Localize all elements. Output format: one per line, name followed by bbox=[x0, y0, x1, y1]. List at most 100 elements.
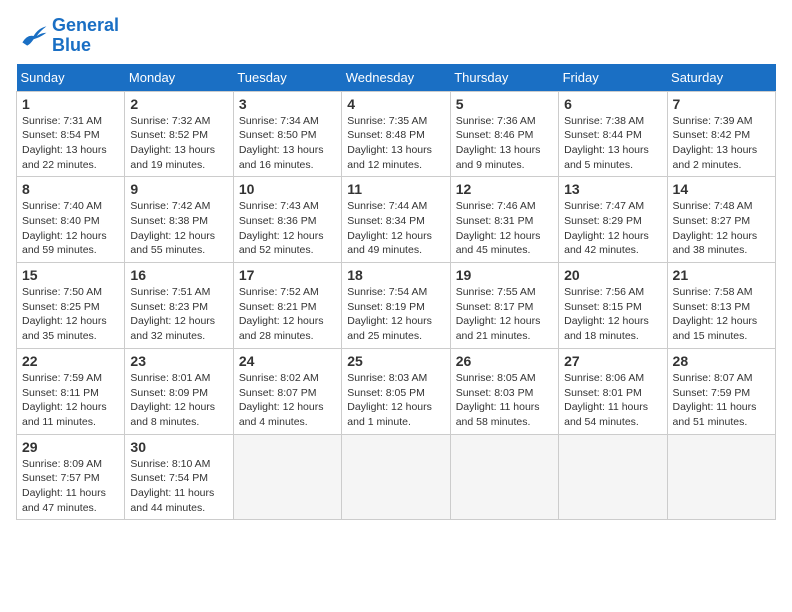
cell-content: Sunrise: 8:03 AMSunset: 8:05 PMDaylight:… bbox=[347, 372, 432, 428]
cell-content: Sunrise: 7:46 AMSunset: 8:31 PMDaylight:… bbox=[456, 200, 541, 256]
calendar-week-row: 29 Sunrise: 8:09 AMSunset: 7:57 PMDayligh… bbox=[17, 434, 776, 520]
cell-content: Sunrise: 7:40 AMSunset: 8:40 PMDaylight:… bbox=[22, 200, 107, 256]
cell-content: Sunrise: 7:48 AMSunset: 8:27 PMDaylight:… bbox=[673, 200, 758, 256]
day-number: 10 bbox=[239, 181, 336, 197]
cell-content: Sunrise: 7:51 AMSunset: 8:23 PMDaylight:… bbox=[130, 286, 215, 342]
day-number: 27 bbox=[564, 353, 661, 369]
cell-content: Sunrise: 8:01 AMSunset: 8:09 PMDaylight:… bbox=[130, 372, 215, 428]
col-header-wednesday: Wednesday bbox=[342, 64, 450, 92]
cell-content: Sunrise: 8:06 AMSunset: 8:01 PMDaylight:… bbox=[564, 372, 648, 428]
day-number: 22 bbox=[22, 353, 119, 369]
day-number: 2 bbox=[130, 96, 227, 112]
calendar-cell: 25 Sunrise: 8:03 AMSunset: 8:05 PMDayligh… bbox=[342, 348, 450, 434]
cell-content: Sunrise: 8:09 AMSunset: 7:57 PMDaylight:… bbox=[22, 458, 106, 514]
calendar-cell: 23 Sunrise: 8:01 AMSunset: 8:09 PMDayligh… bbox=[125, 348, 233, 434]
cell-content: Sunrise: 7:39 AMSunset: 8:42 PMDaylight:… bbox=[673, 115, 758, 171]
day-number: 11 bbox=[347, 181, 444, 197]
calendar-cell: 2 Sunrise: 7:32 AMSunset: 8:52 PMDaylight… bbox=[125, 91, 233, 177]
calendar-week-row: 1 Sunrise: 7:31 AMSunset: 8:54 PMDaylight… bbox=[17, 91, 776, 177]
col-header-saturday: Saturday bbox=[667, 64, 775, 92]
cell-content: Sunrise: 7:38 AMSunset: 8:44 PMDaylight:… bbox=[564, 115, 649, 171]
calendar-cell: 17Sunrise: 7:52 AMSunset: 8:21 PMDayligh… bbox=[233, 263, 341, 349]
day-number: 5 bbox=[456, 96, 553, 112]
calendar-cell bbox=[233, 434, 341, 520]
cell-content: Sunrise: 7:43 AMSunset: 8:36 PMDaylight:… bbox=[239, 200, 324, 256]
cell-content: Sunrise: 8:07 AMSunset: 7:59 PMDaylight:… bbox=[673, 372, 757, 428]
page-header: GeneralBlue bbox=[16, 16, 776, 56]
day-number: 13 bbox=[564, 181, 661, 197]
day-number: 6 bbox=[564, 96, 661, 112]
day-number: 1 bbox=[22, 96, 119, 112]
cell-content: Sunrise: 7:50 AMSunset: 8:25 PMDaylight:… bbox=[22, 286, 107, 342]
calendar-cell: 27 Sunrise: 8:06 AMSunset: 8:01 PMDayligh… bbox=[559, 348, 667, 434]
day-number: 14 bbox=[673, 181, 770, 197]
cell-content: Sunrise: 8:02 AMSunset: 8:07 PMDaylight:… bbox=[239, 372, 324, 428]
day-number: 26 bbox=[456, 353, 553, 369]
day-number: 7 bbox=[673, 96, 770, 112]
day-number: 24 bbox=[239, 353, 336, 369]
calendar-week-row: 15 Sunrise: 7:50 AMSunset: 8:25 PMDayligh… bbox=[17, 263, 776, 349]
cell-content: Sunrise: 8:10 AMSunset: 7:54 PMDaylight:… bbox=[130, 458, 214, 514]
cell-content: Sunrise: 7:31 AMSunset: 8:54 PMDaylight:… bbox=[22, 115, 107, 171]
cell-content: Sunrise: 7:58 AMSunset: 8:13 PMDaylight:… bbox=[673, 286, 758, 342]
cell-content: Sunrise: 8:05 AMSunset: 8:03 PMDaylight:… bbox=[456, 372, 540, 428]
day-number: 9 bbox=[130, 181, 227, 197]
calendar-cell: 30 Sunrise: 8:10 AMSunset: 7:54 PMDayligh… bbox=[125, 434, 233, 520]
day-number: 18 bbox=[347, 267, 444, 283]
col-header-monday: Monday bbox=[125, 64, 233, 92]
day-number: 8 bbox=[22, 181, 119, 197]
day-number: 25 bbox=[347, 353, 444, 369]
calendar-cell: 19 Sunrise: 7:55 AMSunset: 8:17 PMDayligh… bbox=[450, 263, 558, 349]
calendar-cell: 12 Sunrise: 7:46 AMSunset: 8:31 PMDayligh… bbox=[450, 177, 558, 263]
calendar-cell: 13Sunrise: 7:47 AMSunset: 8:29 PMDayligh… bbox=[559, 177, 667, 263]
calendar-cell: 7 Sunrise: 7:39 AMSunset: 8:42 PMDaylight… bbox=[667, 91, 775, 177]
day-number: 29 bbox=[22, 439, 119, 455]
cell-content: Sunrise: 7:52 AMSunset: 8:21 PMDaylight:… bbox=[239, 286, 324, 342]
calendar-table: SundayMondayTuesdayWednesdayThursdayFrid… bbox=[16, 64, 776, 521]
day-number: 4 bbox=[347, 96, 444, 112]
col-header-tuesday: Tuesday bbox=[233, 64, 341, 92]
calendar-cell: 24 Sunrise: 8:02 AMSunset: 8:07 PMDayligh… bbox=[233, 348, 341, 434]
calendar-cell: 11Sunrise: 7:44 AMSunset: 8:34 PMDayligh… bbox=[342, 177, 450, 263]
logo-text: GeneralBlue bbox=[52, 16, 119, 56]
day-number: 19 bbox=[456, 267, 553, 283]
day-number: 12 bbox=[456, 181, 553, 197]
calendar-cell: 29 Sunrise: 8:09 AMSunset: 7:57 PMDayligh… bbox=[17, 434, 125, 520]
day-number: 23 bbox=[130, 353, 227, 369]
day-number: 21 bbox=[673, 267, 770, 283]
calendar-cell: 22 Sunrise: 7:59 AMSunset: 8:11 PMDayligh… bbox=[17, 348, 125, 434]
calendar-cell: 15 Sunrise: 7:50 AMSunset: 8:25 PMDayligh… bbox=[17, 263, 125, 349]
logo: GeneralBlue bbox=[16, 16, 119, 56]
day-number: 16 bbox=[130, 267, 227, 283]
col-header-sunday: Sunday bbox=[17, 64, 125, 92]
cell-content: Sunrise: 7:54 AMSunset: 8:19 PMDaylight:… bbox=[347, 286, 432, 342]
cell-content: Sunrise: 7:55 AMSunset: 8:17 PMDaylight:… bbox=[456, 286, 541, 342]
calendar-cell: 14 Sunrise: 7:48 AMSunset: 8:27 PMDayligh… bbox=[667, 177, 775, 263]
calendar-week-row: 22 Sunrise: 7:59 AMSunset: 8:11 PMDayligh… bbox=[17, 348, 776, 434]
calendar-cell: 1 Sunrise: 7:31 AMSunset: 8:54 PMDaylight… bbox=[17, 91, 125, 177]
calendar-cell: 10 Sunrise: 7:43 AMSunset: 8:36 PMDayligh… bbox=[233, 177, 341, 263]
calendar-cell: 20Sunrise: 7:56 AMSunset: 8:15 PMDayligh… bbox=[559, 263, 667, 349]
calendar-cell: 8 Sunrise: 7:40 AMSunset: 8:40 PMDaylight… bbox=[17, 177, 125, 263]
calendar-cell: 26 Sunrise: 8:05 AMSunset: 8:03 PMDayligh… bbox=[450, 348, 558, 434]
day-number: 28 bbox=[673, 353, 770, 369]
day-number: 30 bbox=[130, 439, 227, 455]
cell-content: Sunrise: 7:34 AMSunset: 8:50 PMDaylight:… bbox=[239, 115, 324, 171]
col-header-thursday: Thursday bbox=[450, 64, 558, 92]
day-number: 15 bbox=[22, 267, 119, 283]
logo-bird-icon bbox=[16, 20, 48, 52]
calendar-header-row: SundayMondayTuesdayWednesdayThursdayFrid… bbox=[17, 64, 776, 92]
cell-content: Sunrise: 7:59 AMSunset: 8:11 PMDaylight:… bbox=[22, 372, 107, 428]
calendar-cell: 6 Sunrise: 7:38 AMSunset: 8:44 PMDaylight… bbox=[559, 91, 667, 177]
calendar-week-row: 8 Sunrise: 7:40 AMSunset: 8:40 PMDaylight… bbox=[17, 177, 776, 263]
cell-content: Sunrise: 7:32 AMSunset: 8:52 PMDaylight:… bbox=[130, 115, 215, 171]
cell-content: Sunrise: 7:42 AMSunset: 8:38 PMDaylight:… bbox=[130, 200, 215, 256]
calendar-cell: 16 Sunrise: 7:51 AMSunset: 8:23 PMDayligh… bbox=[125, 263, 233, 349]
calendar-cell: 28 Sunrise: 8:07 AMSunset: 7:59 PMDayligh… bbox=[667, 348, 775, 434]
calendar-cell: 21 Sunrise: 7:58 AMSunset: 8:13 PMDayligh… bbox=[667, 263, 775, 349]
calendar-cell: 3Sunrise: 7:34 AMSunset: 8:50 PMDaylight… bbox=[233, 91, 341, 177]
col-header-friday: Friday bbox=[559, 64, 667, 92]
calendar-cell bbox=[342, 434, 450, 520]
calendar-cell: 9 Sunrise: 7:42 AMSunset: 8:38 PMDaylight… bbox=[125, 177, 233, 263]
calendar-cell bbox=[450, 434, 558, 520]
